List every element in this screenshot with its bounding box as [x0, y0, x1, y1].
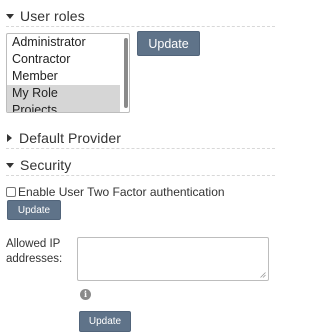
allowed-ip-textarea[interactable] — [77, 237, 269, 281]
list-item[interactable]: My Role — [7, 85, 120, 102]
list-item[interactable]: Projects — [7, 102, 120, 112]
divider — [6, 175, 275, 176]
user-roles-header[interactable]: User roles — [6, 6, 275, 26]
list-item[interactable]: Contractor — [7, 51, 129, 68]
update-roles-button[interactable]: Update — [137, 31, 200, 56]
two-factor-row: Enable User Two Factor authentication — [6, 185, 225, 199]
caret-down-icon — [6, 162, 14, 168]
caret-right-icon — [7, 134, 12, 142]
divider — [6, 148, 275, 149]
user-roles-listbox[interactable]: Administrator Contractor Member My Role … — [6, 33, 130, 113]
caret-down-icon — [6, 13, 14, 19]
info-icon[interactable]: i — [80, 289, 91, 300]
update-two-factor-button[interactable]: Update — [7, 200, 61, 220]
section-title: User roles — [20, 8, 85, 24]
listbox-scrollbar[interactable] — [124, 38, 128, 108]
divider — [6, 26, 275, 27]
section-title: Security — [20, 157, 72, 173]
resize-grip-icon[interactable] — [260, 272, 266, 278]
two-factor-checkbox[interactable] — [6, 187, 16, 197]
two-factor-label[interactable]: Enable User Two Factor authentication — [18, 185, 225, 199]
section-title: Default Provider — [19, 130, 121, 146]
security-header[interactable]: Security — [6, 155, 275, 175]
list-item[interactable]: Member — [7, 68, 129, 85]
allowed-ip-label: Allowed IP addresses: — [6, 238, 63, 265]
update-security-button[interactable]: Update — [79, 311, 131, 332]
list-item[interactable]: Administrator — [7, 34, 129, 51]
default-provider-header[interactable]: Default Provider — [6, 128, 275, 148]
